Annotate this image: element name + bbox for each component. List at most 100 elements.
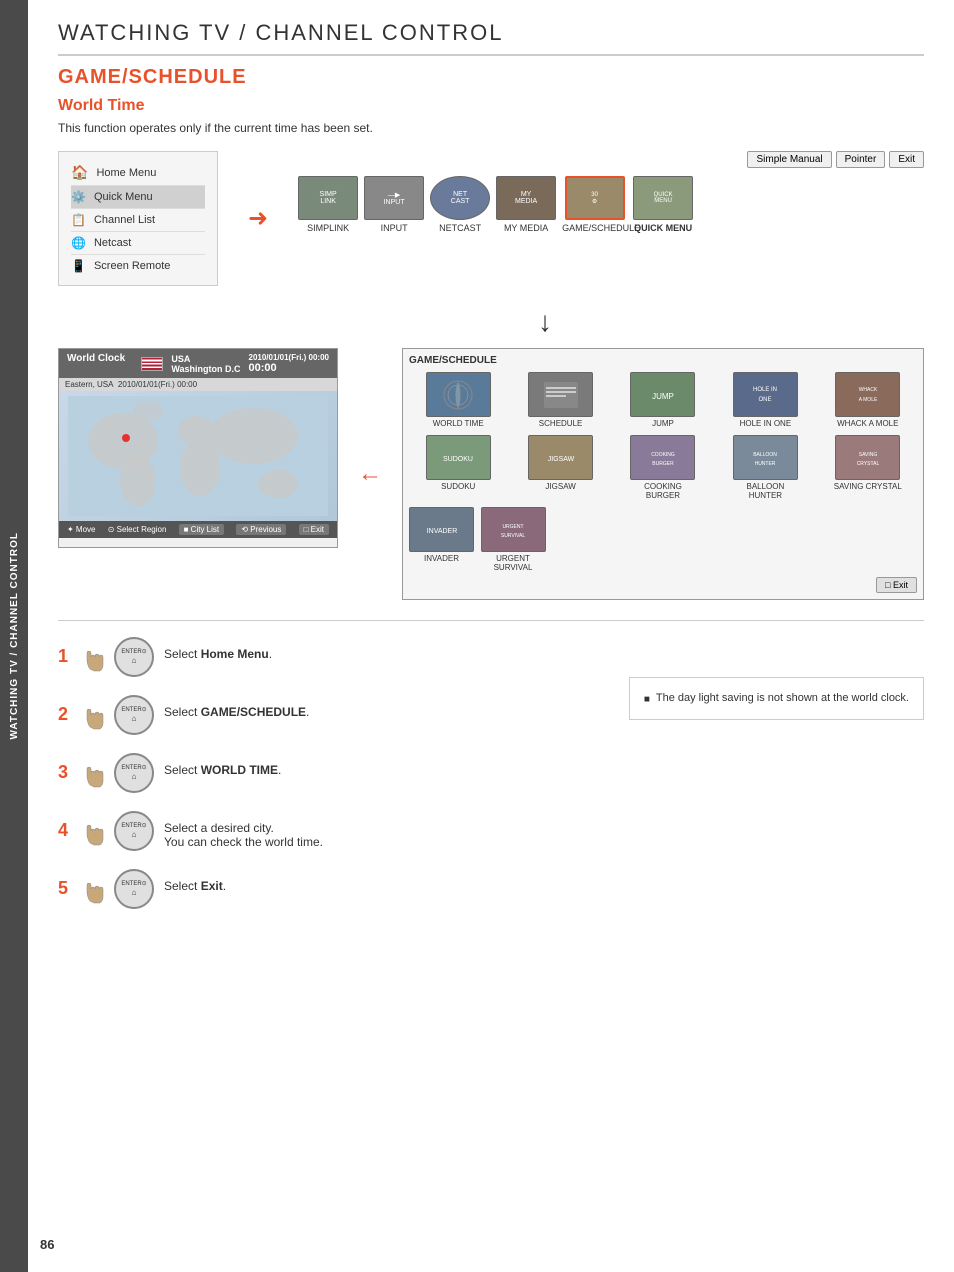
menu-item-remote-label: Screen Remote (94, 260, 170, 272)
step-5-enter-btn[interactable]: ENTER⊙ ⌂ (114, 869, 154, 909)
step-5-hand-icon (80, 871, 108, 907)
simple-manual-button[interactable]: Simple Manual (747, 151, 831, 168)
quickmenu-icon-item[interactable]: QUICKMENU QUICK MENU (633, 176, 693, 233)
arrow-right-icon: ➜ (248, 204, 268, 233)
step-4-number: 4 (58, 820, 74, 841)
exit-btn-clock[interactable]: □ Exit (299, 524, 329, 535)
jump-icon: JUMP (630, 372, 695, 417)
gs-jigsaw[interactable]: JIGSAW JIGSAW (511, 435, 609, 501)
gs-grid-row1: WORLD TIME SCHEDULE JUMP JUMP HOLE (409, 372, 917, 429)
step-3: 3 ENTER⊙ ⌂ Select WORLD TIME. (58, 753, 599, 793)
clock-datetime: 2010/01/01(Fri.) 00:00 00:00 (249, 353, 330, 374)
clock-country: USA Washington D.C (171, 354, 240, 374)
gs-sudoku[interactable]: SUDOKU SUDOKU (409, 435, 507, 501)
mymedia-label: MY MEDIA (504, 223, 548, 233)
step-2-hand-icon (80, 697, 108, 733)
menu-icons-row: SIMPLINK SIMPLINK —▶INPUT INPUT NETCAST … (298, 176, 924, 233)
svg-text:COOKING: COOKING (651, 452, 675, 458)
step-3-text: Select WORLD TIME. (164, 753, 281, 777)
section-divider (58, 620, 924, 621)
gs-world-time[interactable]: WORLD TIME (409, 372, 507, 429)
balloon-label: BALLOON HUNTER (730, 482, 800, 501)
svg-text:HOLE IN: HOLE IN (753, 387, 777, 393)
step-1-text: Select Home Menu. (164, 637, 272, 661)
note-bullet: ■ (644, 692, 650, 707)
world-clock-subtext: Eastern, USA 2010/01/01(Fri.) 00:00 (59, 378, 337, 391)
invader-icon: INVADER (409, 507, 474, 552)
sidebar: WATCHING TV / CHANNEL CONTROL (0, 0, 28, 1272)
gs-cooking[interactable]: COOKING BURGER COOKING BURGER (614, 435, 712, 501)
menu-item-remote[interactable]: 📱 Screen Remote (71, 255, 205, 277)
step-5: 5 ENTER⊙ ⌂ Select Exit. (58, 869, 599, 909)
step-4-enter-btn[interactable]: ENTER⊙ ⌂ (114, 811, 154, 851)
svg-text:URGENT: URGENT (502, 524, 523, 530)
menu-item-home-label: Home Menu (96, 167, 156, 179)
home-menu-box: 🏠 Home Menu ⚙️ Quick Menu 📋 Channel List… (58, 151, 218, 286)
menu-item-quick[interactable]: ⚙️ Quick Menu (71, 186, 205, 209)
input-icon-item[interactable]: —▶INPUT INPUT (364, 176, 424, 233)
gs-urgent[interactable]: URGENTSURVIVAL URGENT SURVIVAL (478, 507, 548, 573)
step-1-number: 1 (58, 646, 74, 667)
netcast-icon: 🌐 (71, 236, 86, 250)
step-4-hand-icon (80, 813, 108, 849)
menu-item-netcast-label: Netcast (94, 237, 131, 249)
game-schedule-box: GAME/SCHEDULE WORLD TIME SCHEDULE (402, 348, 924, 600)
pointer-button[interactable]: Pointer (836, 151, 886, 168)
diagram-area: 🏠 Home Menu ⚙️ Quick Menu 📋 Channel List… (58, 151, 924, 286)
menu-item-channel[interactable]: 📋 Channel List (71, 209, 205, 232)
step-1-hand-icon (80, 639, 108, 675)
step-5-number: 5 (58, 878, 74, 899)
whack-a-mole-label: WHACK A MOLE (837, 419, 898, 429)
world-clock-header: World Clock USA Washington D.C 2010/01/0… (59, 349, 337, 378)
saving-icon: SAVINGCRYSTAL (835, 435, 900, 480)
step-1-enter-btn[interactable]: ENTER⊙ ⌂ (114, 637, 154, 677)
gs-invader[interactable]: INVADER INVADER (409, 507, 474, 573)
gs-balloon[interactable]: BALLOONHUNTER BALLOON HUNTER (716, 435, 814, 501)
hole-in-one-label: HOLE IN ONE (740, 419, 792, 429)
gs-jump[interactable]: JUMP JUMP (614, 372, 712, 429)
mymedia-icon: MYMEDIA (496, 176, 556, 220)
exit-button[interactable]: Exit (889, 151, 924, 168)
page-number: 86 (40, 1237, 54, 1252)
svg-text:SUDOKU: SUDOKU (443, 456, 473, 463)
menu-item-quick-label: Quick Menu (94, 191, 153, 203)
svg-text:BURGER: BURGER (652, 461, 674, 467)
gs-exit-button[interactable]: □ Exit (876, 577, 917, 593)
top-menu-area: Simple Manual Pointer Exit SIMPLINK SIMP… (298, 151, 924, 233)
arrow-down-container: ↓ (58, 306, 924, 338)
city-list-btn[interactable]: ■ City List (179, 524, 225, 535)
step-5-number-area: 5 ENTER⊙ ⌂ (58, 869, 154, 909)
arrow-left-icon: ← (358, 460, 382, 488)
gs-whack-a-mole[interactable]: WHACK A MOLE WHACK A MOLE (819, 372, 917, 429)
netcast-icon-label: NETCAST (439, 223, 481, 233)
home-icon: 🏠 (71, 164, 88, 181)
input-label: INPUT (381, 223, 408, 233)
step-2-number-area: 2 ENTER⊙ ⌂ (58, 695, 154, 735)
cooking-icon: COOKING BURGER (630, 435, 695, 480)
sidebar-label: WATCHING TV / CHANNEL CONTROL (9, 532, 20, 740)
gs-saving[interactable]: SAVINGCRYSTAL SAVING CRYSTAL (819, 435, 917, 501)
note-box: ■ The day light saving is not shown at t… (629, 677, 924, 720)
menu-item-home[interactable]: 🏠 Home Menu (71, 160, 205, 186)
netcast-icon-item[interactable]: NETCAST NETCAST (430, 176, 490, 233)
svg-text:A MOLE: A MOLE (858, 397, 877, 403)
steps-list: 1 ENTER⊙ ⌂ Select Home Menu. (58, 637, 599, 927)
menu-item-netcast[interactable]: 🌐 Netcast (71, 232, 205, 255)
step-2-enter-btn[interactable]: ENTER⊙ ⌂ (114, 695, 154, 735)
quick-icon: ⚙️ (71, 190, 86, 204)
gs-hole-in-one[interactable]: HOLE INONE HOLE IN ONE (716, 372, 814, 429)
svg-text:WHACK: WHACK (858, 387, 877, 393)
arrow-down-icon: ↓ (538, 306, 552, 338)
gs-exit-row: □ Exit (409, 577, 917, 593)
schedule-icon (528, 372, 593, 417)
gs-title: GAME/SCHEDULE (409, 355, 917, 366)
top-buttons-row: Simple Manual Pointer Exit (298, 151, 924, 168)
gameschedule-icon-item[interactable]: 30⚙ GAME/SCHEDULE (562, 176, 627, 233)
previous-btn[interactable]: ⟲ Previous (236, 524, 286, 535)
step-3-enter-btn[interactable]: ENTER⊙ ⌂ (114, 753, 154, 793)
svg-text:SAVING: SAVING (859, 452, 878, 458)
mymedia-icon-item[interactable]: MYMEDIA MY MEDIA (496, 176, 556, 233)
simplink-icon-item[interactable]: SIMPLINK SIMPLINK (298, 176, 358, 233)
gs-schedule[interactable]: SCHEDULE (511, 372, 609, 429)
jump-label: JUMP (652, 419, 674, 429)
